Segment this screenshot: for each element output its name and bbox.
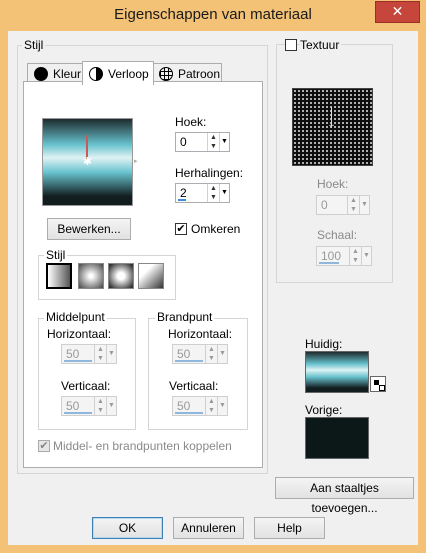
brandpunt-verticaal-spinner[interactable]: 50 ▲ ▼ ▼ <box>172 396 228 416</box>
stijl-style-group-label: Stijl <box>44 248 68 262</box>
slider-bar[interactable] <box>64 412 92 414</box>
middelpunt-horizontaal-value: 50 <box>66 347 80 361</box>
spin-up-icon[interactable]: ▲ <box>206 345 217 354</box>
vorige-swatch[interactable] <box>305 417 369 459</box>
gradient-center-marker[interactable]: ✱ <box>82 157 93 168</box>
brandpunt-horizontaal-value: 50 <box>177 347 191 361</box>
gradient-preview-arrow-icon: ▸ <box>134 158 138 165</box>
brandpunt-label: Brandpunt <box>155 310 215 324</box>
spin-up-icon[interactable]: ▲ <box>206 397 217 406</box>
tab-label: Verloop <box>108 66 149 81</box>
middelpunt-verticaal-value: 50 <box>66 399 80 413</box>
spin-down-icon[interactable]: ▼ <box>348 205 359 214</box>
half-circle-icon <box>89 66 103 81</box>
textuur-preview[interactable]: + <box>292 88 373 166</box>
spin-up-icon[interactable]: ▲ <box>208 133 219 142</box>
textuur-checkbox[interactable] <box>285 39 297 51</box>
koppelen-checkbox[interactable]: ✔ <box>38 440 50 452</box>
middelpunt-horizontaal-spinner[interactable]: 50 ▲ ▼ ▼ <box>61 344 117 364</box>
spin-up-icon[interactable]: ▲ <box>208 184 219 193</box>
vorige-label: Vorige: <box>305 403 343 417</box>
texture-center-marker: + <box>328 121 335 132</box>
bewerken-button[interactable]: Bewerken... <box>47 218 131 240</box>
spin-up-icon[interactable]: ▲ <box>348 196 359 205</box>
omkeren-label: Omkeren <box>191 222 241 236</box>
brandpunt-verticaal-value: 50 <box>177 399 191 413</box>
textuur-schaal-spinner[interactable]: 100 ▲ ▼ ▼ <box>316 246 372 266</box>
linear-style-icon[interactable] <box>46 263 72 289</box>
spin-up-icon[interactable]: ▲ <box>95 397 106 406</box>
textuur-hoek-value: 0 <box>321 198 328 212</box>
gradient-preview[interactable]: ✱ <box>42 118 133 206</box>
tab-label: Kleur <box>53 67 82 81</box>
herhalingen-spinner[interactable]: 2 ▲ ▼ ▼ <box>175 183 230 203</box>
dropdown-arrow-icon[interactable]: ▼ <box>106 397 116 415</box>
brandpunt-horizontaal-label: Horizontaal: <box>168 327 233 341</box>
middelpunt-verticaal-label: Verticaal: <box>61 379 111 393</box>
herhalingen-label: Herhalingen: <box>175 166 244 180</box>
tab-label: Patroon <box>178 67 221 81</box>
grid-globe-icon <box>159 67 173 81</box>
tab-verloop[interactable]: Verloop <box>82 61 154 85</box>
middelpunt-horizontaal-label: Horizontaal: <box>47 327 112 341</box>
middelpunt-verticaal-spinner[interactable]: 50 ▲ ▼ ▼ <box>61 396 117 416</box>
dropdown-arrow-icon[interactable]: ▼ <box>361 247 371 265</box>
huidig-label: Huidig: <box>305 337 343 351</box>
dropdown-arrow-icon[interactable]: ▼ <box>219 133 229 151</box>
textuur-schaal-label: Schaal: <box>317 228 358 242</box>
brandpunt-horizontaal-spinner[interactable]: 50 ▲ ▼ ▼ <box>172 344 228 364</box>
hoek-spinner[interactable]: 0 ▲ ▼ ▼ <box>175 132 230 152</box>
annuleren-button[interactable]: Annuleren <box>173 517 244 539</box>
omkeren-checkbox[interactable]: ✔ <box>175 223 187 235</box>
textuur-schaal-value: 100 <box>321 249 342 263</box>
spin-down-icon[interactable]: ▼ <box>95 406 106 415</box>
spin-down-icon[interactable]: ▼ <box>206 406 217 415</box>
title-bar[interactable]: Eigenschappen van materiaal ✕ <box>0 0 426 32</box>
herhalingen-value: 2 <box>180 186 187 200</box>
textuur-label: Textuur <box>300 38 342 52</box>
textuur-hoek-spinner[interactable]: 0 ▲ ▼ ▼ <box>316 195 370 215</box>
dropdown-arrow-icon[interactable]: ▼ <box>217 345 227 363</box>
dropdown-arrow-icon[interactable]: ▼ <box>217 397 227 415</box>
dropdown-arrow-icon[interactable]: ▼ <box>219 184 229 202</box>
spin-up-icon[interactable]: ▲ <box>350 247 361 256</box>
radial-style-icon[interactable] <box>138 263 164 289</box>
spin-down-icon[interactable]: ▼ <box>206 354 217 363</box>
herhalingen-slider-bar[interactable] <box>178 199 186 201</box>
dropdown-arrow-icon[interactable]: ▼ <box>359 196 369 214</box>
koppelen-label: Middel- en brandpunten koppelen <box>53 439 232 453</box>
dropdown-arrow-icon[interactable]: ▼ <box>106 345 116 363</box>
spin-up-icon[interactable]: ▲ <box>95 345 106 354</box>
hoek-label: Hoek: <box>175 115 207 129</box>
hoek-value: 0 <box>180 135 187 149</box>
ok-button[interactable]: OK <box>92 517 163 539</box>
brandpunt-verticaal-label: Verticaal: <box>169 379 219 393</box>
help-button[interactable]: Help <box>254 517 325 539</box>
huidig-gradient-fill <box>306 352 368 392</box>
middelpunt-label: Middelpunt <box>44 310 107 324</box>
spin-down-icon[interactable]: ▼ <box>208 193 219 202</box>
sunburst-style-icon[interactable] <box>108 263 134 289</box>
slider-bar[interactable] <box>64 360 92 362</box>
textuur-hoek-label: Hoek: <box>317 177 349 191</box>
spin-down-icon[interactable]: ▼ <box>350 256 361 265</box>
close-button[interactable]: ✕ <box>375 1 420 23</box>
window-title: Eigenschappen van materiaal <box>114 6 312 23</box>
slider-bar[interactable] <box>175 412 203 414</box>
stijl-group-label: Stijl <box>22 38 46 52</box>
huidig-swatch[interactable] <box>305 351 369 393</box>
black-circle-icon <box>34 67 48 81</box>
dialog-window: Eigenschappen van materiaal ✕ Stijl Kleu… <box>0 0 426 553</box>
slider-bar[interactable] <box>319 262 339 264</box>
spin-down-icon[interactable]: ▼ <box>208 142 219 151</box>
aan-staaltjes-toevoegen-button[interactable]: Aan staaltjes toevoegen... <box>275 477 414 515</box>
slider-bar[interactable] <box>175 360 203 362</box>
swap-swatch-icon[interactable] <box>370 376 386 392</box>
rectangular-style-icon[interactable] <box>78 263 104 289</box>
spin-down-icon[interactable]: ▼ <box>95 354 106 363</box>
